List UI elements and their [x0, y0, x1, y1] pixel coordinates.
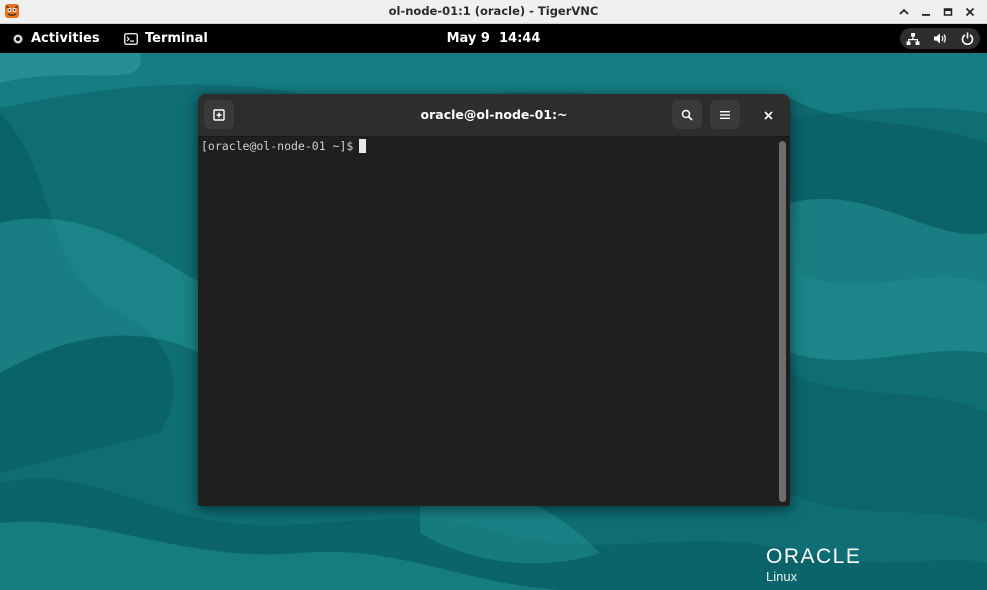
- vnc-shade-button[interactable]: [893, 0, 915, 23]
- terminal-headerbar[interactable]: oracle@ol-node-01:~: [198, 94, 790, 137]
- vnc-window-title: ol-node-01:1 (oracle) - TigerVNC: [388, 4, 599, 18]
- search-icon: [681, 109, 693, 121]
- search-button[interactable]: [672, 100, 702, 129]
- close-icon: [763, 110, 773, 120]
- system-tray[interactable]: [900, 28, 980, 49]
- scrollbar-thumb[interactable]: [779, 141, 786, 502]
- clock[interactable]: May 9 14:44: [0, 24, 987, 53]
- vnc-minimize-button[interactable]: [915, 0, 937, 23]
- maximize-icon: [943, 7, 953, 16]
- oracle-logo-sub: Linux: [766, 569, 798, 584]
- prompt-text: [oracle@ol-node-01 ~]$: [201, 139, 354, 153]
- vnc-close-button[interactable]: [959, 0, 981, 23]
- volume-icon: [933, 33, 946, 44]
- oracle-logo-word: ORACLE: [766, 545, 862, 568]
- gnome-top-bar: Activities Terminal May 9 14:44: [0, 24, 987, 53]
- menu-button[interactable]: [710, 100, 740, 129]
- vnc-maximize-button[interactable]: [937, 0, 959, 23]
- chevron-up-icon: [899, 8, 909, 15]
- terminal-prompt: [oracle@ol-node-01 ~]$: [201, 139, 367, 153]
- terminal-window[interactable]: oracle@ol-node-01:~ [oracle@ol-node-01 ~…: [198, 94, 790, 506]
- terminal-content[interactable]: [oracle@ol-node-01 ~]$: [198, 137, 790, 506]
- oracle-linux-logo: ORACLE Linux: [766, 546, 861, 585]
- terminal-scrollbar[interactable]: [779, 141, 786, 502]
- text-cursor: [359, 139, 367, 153]
- menu-icon: [720, 110, 730, 119]
- power-icon: [961, 32, 973, 45]
- close-icon: [965, 7, 975, 16]
- network-icon: [906, 32, 920, 45]
- vnc-titlebar: ol-node-01:1 (oracle) - TigerVNC: [0, 0, 987, 24]
- terminal-close-button[interactable]: [759, 106, 777, 124]
- minimize-icon: [922, 13, 930, 16]
